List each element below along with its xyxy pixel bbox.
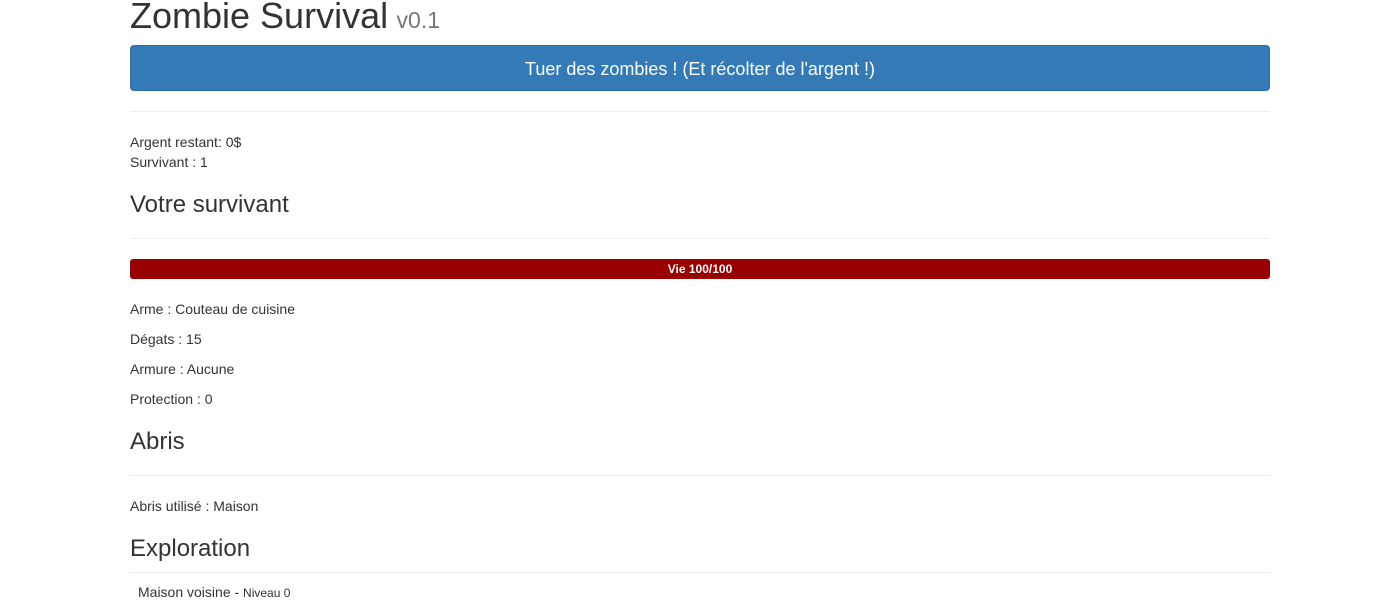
money-row: Argent restant: 0$: [130, 132, 241, 152]
armor-value: Aucune: [186, 361, 235, 377]
protection-label: Protection :: [130, 391, 205, 407]
divider: [130, 475, 1270, 476]
shelter-value: Maison: [213, 498, 259, 514]
damage-label: Dégats :: [130, 331, 187, 347]
armor-label: Armure :: [130, 361, 187, 377]
damage-value: 15: [186, 331, 202, 347]
survivors-value: 1: [200, 154, 208, 170]
divider: [130, 238, 1270, 239]
survivors-row: Survivant : 1: [130, 152, 208, 172]
kill-zombies-button[interactable]: Tuer des zombies ! (Et récolter de l'arg…: [130, 45, 1270, 91]
exploration-item[interactable]: Maison voisine - Niveau 0: [138, 582, 290, 600]
damage-row: Dégats : 15: [130, 329, 202, 349]
shelter-heading: Abris: [130, 428, 185, 455]
armor-row: Armure : Aucune: [130, 359, 234, 379]
divider: [130, 111, 1270, 112]
page-title: Zombie Survival v0.1: [130, 0, 440, 40]
game-title: Zombie Survival: [130, 0, 389, 36]
protection-row: Protection : 0: [130, 389, 213, 409]
survivors-label: Survivant :: [130, 154, 201, 170]
divider: [130, 572, 1270, 573]
shelter-label: Abris utilisé :: [130, 498, 214, 514]
money-label: Argent restant:: [130, 134, 226, 150]
money-value: 0$: [225, 134, 242, 150]
exploration-item-level: Niveau 0: [243, 586, 291, 600]
health-bar: Vie 100/100: [130, 259, 1270, 279]
protection-value: 0: [204, 391, 213, 407]
weapon-row: Arme : Couteau de cuisine: [130, 299, 295, 319]
game-version: v0.1: [396, 7, 441, 33]
weapon-label: Arme :: [130, 301, 176, 317]
survivor-heading: Votre survivant: [130, 191, 289, 218]
exploration-heading: Exploration: [130, 535, 251, 562]
exploration-item-name: Maison voisine -: [138, 584, 244, 600]
health-progress: Vie 100/100: [130, 259, 1270, 279]
weapon-value: Couteau de cuisine: [175, 301, 295, 317]
shelter-row: Abris utilisé : Maison: [130, 496, 258, 516]
